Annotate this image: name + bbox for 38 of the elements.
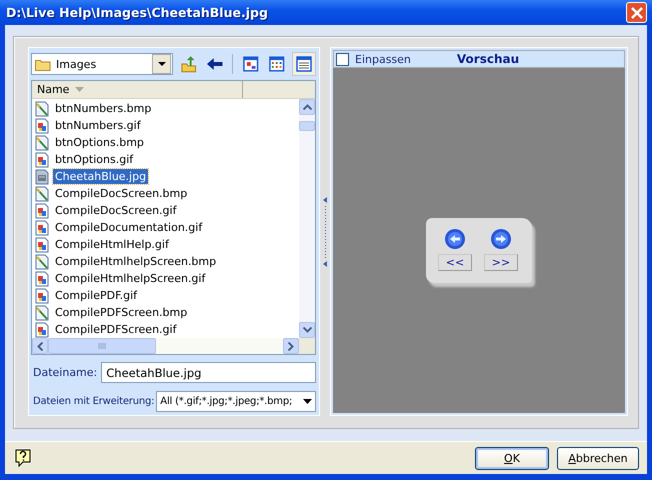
folder-dropdown[interactable]: Images [31,53,174,76]
file-name: CheetahBlue.jpg [53,169,148,184]
file-name: CompilePDFScreen.gif [54,322,178,338]
dialog-button[interactable]: Abbrechen [557,446,639,470]
file-row[interactable]: CompileHtmlHelp.gif [32,236,299,254]
file-row[interactable]: btnOptions.gif [32,151,299,168]
file-row[interactable]: CompileDocScreen.bmp [32,185,299,202]
file-type-dropdown[interactable]: All (*.gif;*.jpg;*.jpeg;*.bmp; [156,391,316,412]
file-row[interactable]: CompileHtmlhelpScreen.bmp [32,253,299,270]
file-name: CompilePDF.gif [54,288,138,304]
file-row[interactable]: CompilePDFScreen.bmp [32,304,299,322]
file-name: CompileDocumentation.gif [54,220,204,236]
file-type-label: Dateien mit Erweiterung: [32,396,154,408]
file-name: btnNumbers.bmp [54,101,152,116]
file-row[interactable]: CompileDocumentation.gif [32,219,299,236]
file-row[interactable]: btnNumbers.bmp [32,100,299,118]
file-name: CompileDocScreen.bmp [54,186,188,202]
file-name: btnNumbers.gif [54,118,142,134]
filename-label: Dateiname: [32,366,98,380]
file-row[interactable]: CheetahBlue.jpg [32,168,299,186]
file-row[interactable]: CompileHtmlhelpScreen.gif [32,270,299,288]
file-name: CompileHtmlHelp.gif [54,237,170,252]
file-row[interactable]: btnNumbers.gif [32,117,299,134]
file-name: btnOptions.bmp [54,135,145,150]
file-row[interactable]: CompilePDF.gif [32,287,299,304]
file-name: CompileHtmlhelpScreen.gif [54,271,207,286]
file-row[interactable]: btnOptions.bmp [32,134,299,152]
window-title: D:\Live Help\Images\CheetahBlue.jpg [6,5,268,20]
filename-field[interactable]: CheetahBlue.jpg [101,362,316,384]
file-name: btnOptions.gif [54,152,134,168]
file-row[interactable]: CompilePDFScreen.gif [32,321,299,338]
file-name: CompileDocScreen.gif [54,203,178,218]
file-name: CompileHtmlhelpScreen.bmp [54,254,218,270]
preview-title: Vorschau [456,52,520,66]
file-row[interactable]: CompileDocScreen.gif [32,202,299,220]
dialog-button[interactable]: OK [475,446,549,470]
fit-label: Einpassen [355,52,411,66]
file-name: CompilePDFScreen.bmp [54,305,188,320]
